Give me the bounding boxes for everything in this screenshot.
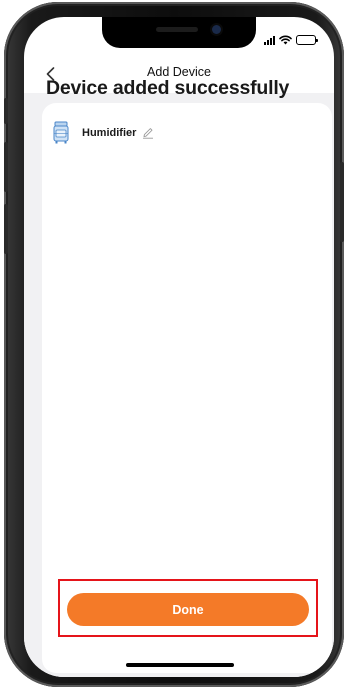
phone-screen: Add Device Device added successfully Hum… <box>24 17 334 677</box>
device-list-item[interactable]: Humidifier <box>52 121 154 145</box>
done-button[interactable]: Done <box>67 593 309 626</box>
notch <box>102 17 256 48</box>
home-indicator[interactable] <box>126 663 234 667</box>
power-button <box>340 162 344 242</box>
front-camera <box>212 25 221 34</box>
speaker-grille <box>156 27 198 32</box>
mute-switch <box>4 98 8 124</box>
volume-up-button <box>4 142 8 192</box>
wifi-icon <box>279 35 292 45</box>
status-bar <box>264 33 318 47</box>
signal-icon <box>264 35 275 45</box>
phone-frame: Add Device Device added successfully Hum… <box>4 2 344 687</box>
humidifier-icon <box>53 121 69 144</box>
volume-down-button <box>4 204 8 254</box>
pencil-icon[interactable] <box>142 127 154 139</box>
battery-charging-icon <box>296 35 318 45</box>
device-name: Humidifier <box>82 127 137 139</box>
success-headline: Device added successfully <box>46 77 290 99</box>
